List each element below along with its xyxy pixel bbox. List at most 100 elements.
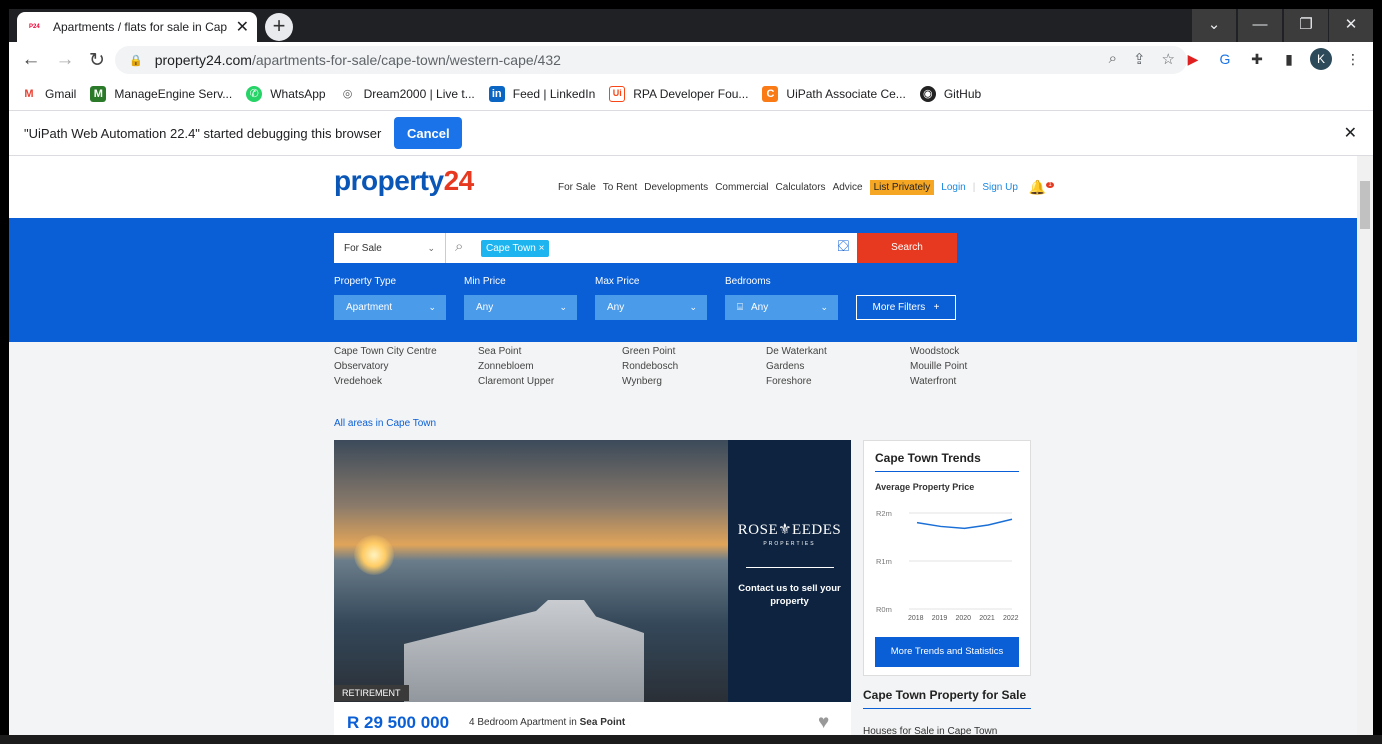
debug-message: "UiPath Web Automation 22.4" started deb…: [24, 125, 382, 141]
reload-icon[interactable]: ↻: [83, 49, 111, 72]
more-trends-button[interactable]: More Trends and Statistics: [875, 637, 1019, 667]
bookmark-label: UiPath Associate Ce...: [786, 87, 906, 101]
back-icon[interactable]: ←: [17, 49, 45, 71]
bookmark-whatsapp[interactable]: ✆ WhatsApp: [246, 86, 326, 102]
series-line: [916, 518, 1013, 530]
logo-text: property: [334, 165, 444, 196]
area-link[interactable]: Vredehoek: [334, 376, 478, 387]
nav-commercial[interactable]: Commercial: [715, 182, 768, 193]
browser-tab[interactable]: P24 Apartments / flats for sale in Cap ✕: [17, 12, 257, 42]
building-graphic: [404, 600, 644, 702]
bookmark-rpa-developer[interactable]: Ui RPA Developer Fou...: [609, 86, 748, 102]
page-scrollbar[interactable]: [1357, 156, 1373, 744]
agency-ad-panel[interactable]: ROSE⚜EEDES PROPERTIES Contact us to sell…: [728, 440, 851, 702]
os-taskbar: [0, 735, 1382, 744]
location-search-input[interactable]: ⌕ Cape Town × ⛋: [445, 233, 857, 263]
zoom-icon[interactable]: ⌕: [1109, 50, 1117, 68]
extensions-puzzle-icon[interactable]: ✚: [1247, 49, 1267, 69]
new-tab-button[interactable]: +: [265, 13, 293, 41]
profile-avatar[interactable]: K: [1310, 48, 1332, 70]
nav-divider: |: [972, 182, 976, 193]
bed-icon: ⌸: [737, 302, 743, 313]
url-path: /apartments-for-sale/cape-town/western-c…: [251, 52, 561, 68]
agency-logo-sub: PROPERTIES: [763, 541, 816, 547]
plus-icon: +: [933, 302, 940, 313]
bookmark-linkedin[interactable]: in Feed | LinkedIn: [488, 86, 595, 102]
area-link[interactable]: Rondebosch: [622, 361, 766, 372]
browser-menu-icon[interactable]: ⋮: [1343, 49, 1363, 69]
area-link[interactable]: Green Point: [622, 346, 766, 357]
side-panel-icon[interactable]: ▮: [1279, 49, 1299, 69]
map-icon[interactable]: ⛋: [838, 238, 849, 255]
area-link[interactable]: Zonnebloem: [478, 361, 622, 372]
location-chip-label: Cape Town: [486, 243, 536, 254]
more-filters-button[interactable]: More Filters +: [856, 295, 956, 320]
sunset-graphic: [354, 535, 394, 575]
area-link[interactable]: Foreshore: [766, 376, 910, 387]
nav-for-sale[interactable]: For Sale: [558, 182, 596, 193]
whatsapp-icon: ✆: [246, 86, 263, 102]
area-link[interactable]: Claremont Upper: [478, 376, 622, 387]
bookmark-dream2000[interactable]: ◎ Dream2000 | Live t...: [340, 86, 475, 102]
restore-button[interactable]: ❐: [1284, 9, 1328, 42]
page-content: property24 For Sale To Rent Developments…: [9, 156, 1357, 744]
area-link[interactable]: Wynberg: [622, 376, 766, 387]
area-link[interactable]: Observatory: [334, 361, 478, 372]
property-type-select[interactable]: Apartment ⌄: [334, 295, 446, 320]
list-privately-button[interactable]: List Privately: [869, 180, 935, 195]
tab-search-icon[interactable]: ⌄: [1192, 9, 1236, 42]
translate-extension-icon[interactable]: G: [1215, 49, 1235, 69]
min-price-select[interactable]: Any ⌄: [464, 295, 577, 320]
location-chip[interactable]: Cape Town ×: [481, 240, 550, 257]
area-link[interactable]: Cape Town City Centre: [334, 346, 478, 357]
login-link[interactable]: Login: [941, 182, 965, 193]
area-link[interactable]: De Waterkant: [766, 346, 910, 357]
uipath-icon: Ui: [609, 86, 626, 102]
favourite-heart-icon[interactable]: ♥: [818, 712, 829, 734]
address-bar[interactable]: 🔒 property24.com/apartments-for-sale/cap…: [115, 46, 1187, 74]
tab-close-icon[interactable]: ✕: [236, 17, 249, 37]
max-price-select[interactable]: Any ⌄: [595, 295, 707, 320]
forward-icon[interactable]: →: [51, 49, 79, 71]
x-tick-label: 2022: [1003, 615, 1019, 622]
area-link[interactable]: Sea Point: [478, 346, 622, 357]
property24-logo[interactable]: property24: [334, 165, 474, 197]
youtube-extension-icon[interactable]: ▶: [1183, 49, 1203, 69]
minimize-button[interactable]: —: [1238, 9, 1282, 42]
bookmark-github[interactable]: ◉ GitHub: [919, 86, 981, 102]
bookmark-gmail[interactable]: M Gmail: [21, 86, 76, 102]
sale-mode-select[interactable]: For Sale ⌄: [334, 233, 445, 263]
signup-link[interactable]: Sign Up: [982, 182, 1018, 193]
nav-to-rent[interactable]: To Rent: [603, 182, 637, 193]
url-text: property24.com/apartments-for-sale/cape-…: [155, 52, 561, 68]
area-link[interactable]: Waterfront: [910, 376, 1054, 387]
nav-advice[interactable]: Advice: [833, 182, 863, 193]
bookmark-star-icon[interactable]: ☆: [1162, 50, 1175, 68]
bookmark-manageengine[interactable]: M ManageEngine Serv...: [90, 86, 232, 102]
manageengine-icon: M: [90, 86, 107, 102]
area-link[interactable]: Mouille Point: [910, 361, 1054, 372]
share-icon[interactable]: ⇪: [1133, 50, 1146, 68]
y-tick-label: R2m: [876, 509, 892, 518]
close-window-button[interactable]: ✕: [1329, 9, 1373, 42]
area-link[interactable]: Woodstock: [910, 346, 1054, 357]
globe-icon: ◎: [342, 88, 353, 100]
property-for-sale-heading: Cape Town Property for Sale: [863, 688, 1027, 702]
browser-window: P24 Apartments / flats for sale in Cap ✕…: [9, 9, 1373, 744]
bedrooms-select[interactable]: ⌸ Any ⌄: [725, 295, 838, 320]
search-button[interactable]: Search: [857, 233, 957, 263]
cancel-debug-button[interactable]: Cancel: [394, 117, 463, 149]
main-nav: For Sale To Rent Developments Commercial…: [558, 179, 1054, 196]
listing-photo[interactable]: RETIREMENT: [334, 440, 728, 702]
heading-underline: [863, 708, 1031, 709]
area-link[interactable]: Gardens: [766, 361, 910, 372]
nav-calculators[interactable]: Calculators: [776, 182, 826, 193]
scrollbar-thumb[interactable]: [1360, 181, 1370, 229]
chip-remove-icon[interactable]: ×: [539, 243, 545, 254]
bookmark-uipath-associate[interactable]: C UiPath Associate Ce...: [762, 86, 906, 102]
notification-bell-icon[interactable]: 🔔 1: [1029, 179, 1054, 196]
listing-card[interactable]: RETIREMENT ROSE⚜EEDES PROPERTIES Contact…: [334, 440, 851, 744]
close-infobar-icon[interactable]: ✕: [1344, 123, 1357, 143]
nav-developments[interactable]: Developments: [644, 182, 708, 193]
all-areas-link[interactable]: All areas in Cape Town: [334, 418, 436, 429]
